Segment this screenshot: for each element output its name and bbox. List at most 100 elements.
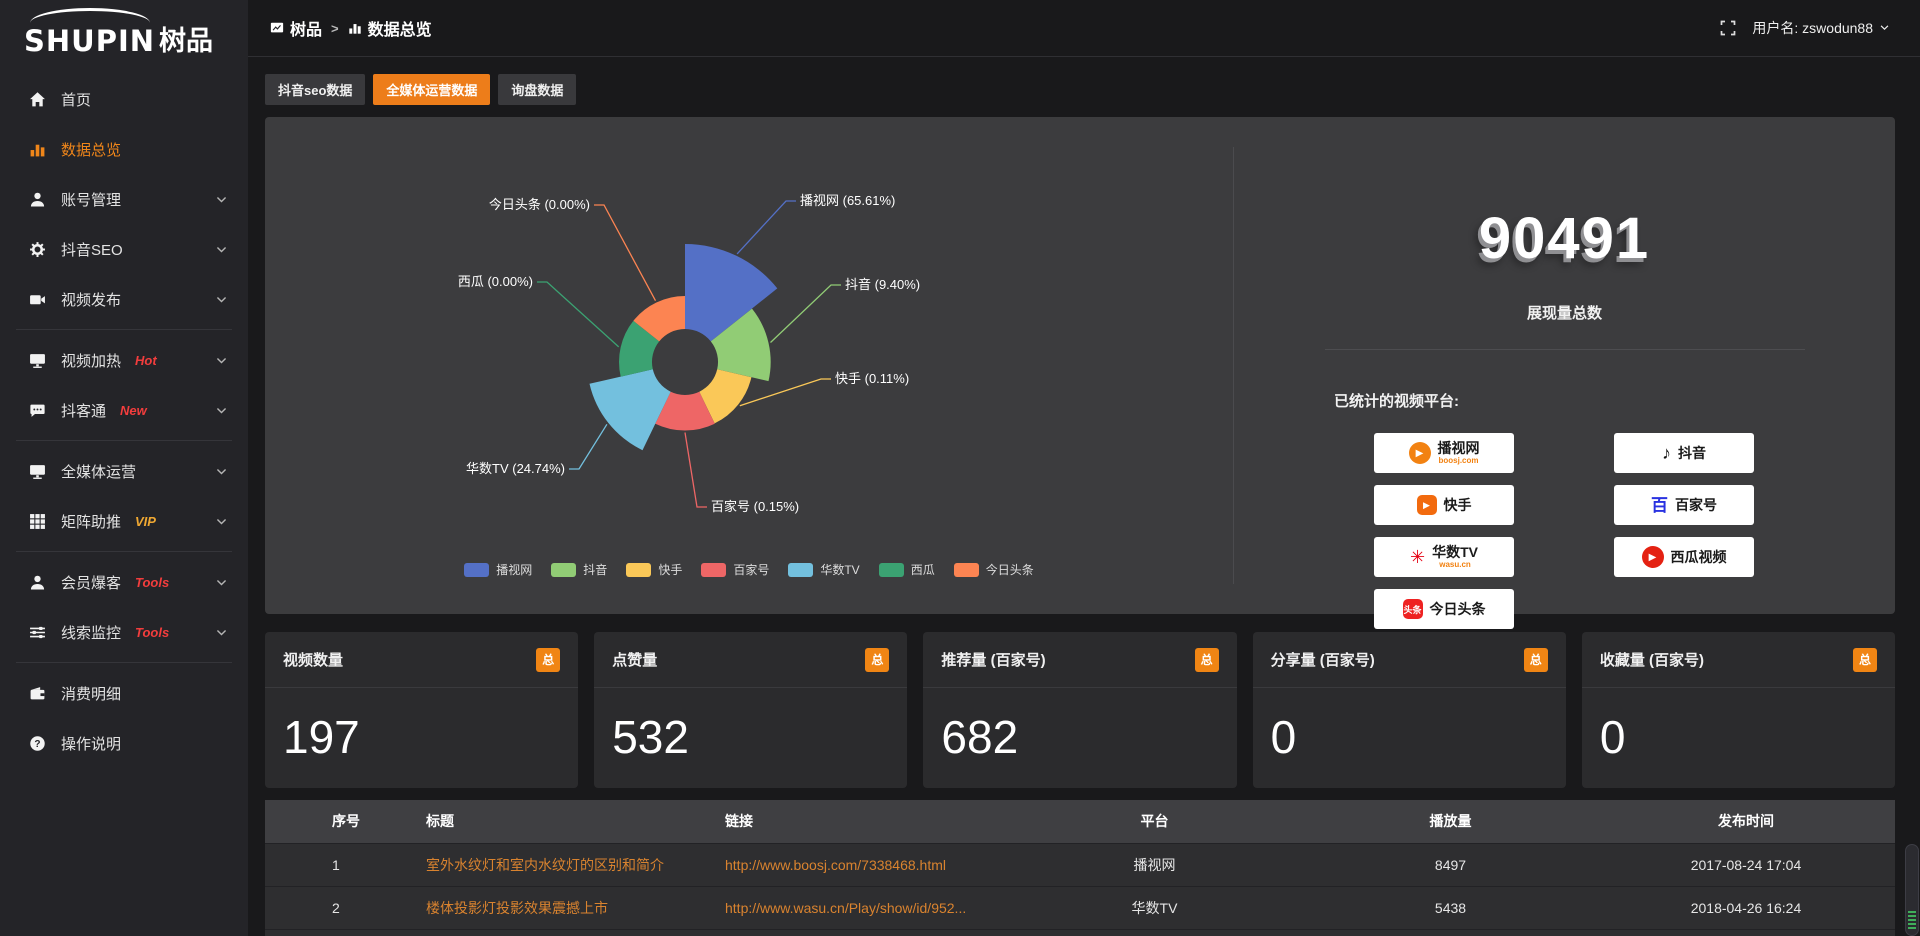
platform-subtitle: boosj.com — [1438, 456, 1478, 465]
cell-index: 1 — [320, 843, 414, 886]
fullscreen-icon — [1720, 20, 1736, 36]
stripe-decoration — [1908, 919, 1916, 921]
chevron-down-icon — [1879, 20, 1890, 36]
sidebar-item-账号管理[interactable]: 账号管理 — [0, 174, 248, 224]
pie-label-播视网: 播视网 (65.61%) — [800, 193, 895, 208]
video-url-link[interactable]: http://www.wasu.cn/Play/show/id/952... — [725, 900, 966, 916]
sidebar-item-全媒体运营[interactable]: 全媒体运营 — [0, 446, 248, 496]
user-icon — [29, 191, 46, 208]
chevron-down-icon — [215, 193, 228, 206]
username-label: 用户名: zswodun88 — [1752, 18, 1873, 38]
chevron-down-icon — [1879, 22, 1890, 33]
sidebar-item-label: 首页 — [61, 89, 91, 110]
col-header-index: 序号 — [320, 800, 414, 843]
floating-scroll-widget[interactable] — [1905, 844, 1919, 936]
stat-card-header: 收藏量 (百家号) 总 — [1582, 632, 1895, 688]
legend-swatch — [464, 563, 489, 577]
monitor-icon — [29, 352, 46, 369]
stripe-decoration — [1908, 927, 1916, 929]
sidebar-item-线索监控[interactable]: 线索监控Tools — [0, 607, 248, 657]
legend-item-今日头条[interactable]: 今日头条 — [954, 561, 1034, 578]
label-line-今日头条 — [594, 205, 656, 301]
wasu-logo: ✳ — [1410, 548, 1425, 566]
breadcrumb: 树品 > 数据总览 — [270, 16, 432, 40]
col-header-link: 链接 — [713, 800, 1005, 843]
tab-询盘数据[interactable]: 询盘数据 — [498, 74, 576, 105]
sidebar-item-抖音SEO[interactable]: 抖音SEO — [0, 224, 248, 274]
video-title-link[interactable]: 楼体投影灯投影效果震撼上市 — [426, 900, 608, 916]
legend-label: 播视网 — [496, 561, 532, 578]
legend-item-播视网[interactable]: 播视网 — [464, 561, 532, 578]
sidebar-item-会员爆客[interactable]: 会员爆客Tools — [0, 557, 248, 607]
legend-item-西瓜[interactable]: 西瓜 — [879, 561, 935, 578]
breadcrumb-label: 树品 — [290, 16, 322, 40]
stat-card-label: 推荐量 (百家号) — [941, 649, 1045, 670]
total-badge[interactable]: 总 — [1853, 648, 1877, 672]
cell-published: 2017-08-24 17:04 — [1597, 843, 1895, 886]
col-header-published: 发布时间 — [1597, 800, 1895, 843]
screen-icon — [29, 463, 46, 480]
fullscreen-icon[interactable] — [1720, 20, 1736, 36]
menu-divider — [16, 329, 232, 330]
member-icon — [29, 574, 46, 591]
sidebar-item-首页[interactable]: 首页 — [0, 74, 248, 124]
sidebar-item-label: 矩阵助推 — [61, 511, 121, 532]
platform-name: 今日头条 — [1430, 602, 1486, 617]
chart-icon — [29, 141, 46, 158]
sidebar-item-label: 账号管理 — [61, 189, 121, 210]
sidebar-item-操作说明[interactable]: ?操作说明 — [0, 718, 248, 768]
chevron-down-icon — [215, 465, 228, 478]
pie-label-今日头条: 今日头条 (0.00%) — [489, 197, 590, 212]
wallet-icon — [29, 685, 46, 702]
legend-swatch — [879, 563, 904, 577]
stat-card-header: 视频数量总 — [265, 632, 578, 688]
breadcrumb-item-树品[interactable]: 树品 — [270, 16, 322, 40]
sidebar-item-label: 抖音SEO — [61, 239, 123, 260]
total-badge[interactable]: 总 — [1195, 648, 1219, 672]
legend-swatch — [954, 563, 979, 577]
chevron-down-icon — [215, 626, 228, 639]
breadcrumb-item-数据总览[interactable]: 数据总览 — [348, 16, 432, 40]
sidebar-item-label: 数据总览 — [61, 139, 121, 160]
total-badge[interactable]: 总 — [536, 648, 560, 672]
breadcrumb-separator: > — [331, 21, 339, 36]
stat-card-label: 收藏量 (百家号) — [1600, 649, 1704, 670]
label-line-抖音 — [771, 285, 842, 343]
legend-item-华数TV[interactable]: 华数TV — [788, 561, 859, 578]
chevron-down-icon — [215, 354, 228, 367]
sidebar-item-抖客通[interactable]: 抖客通New — [0, 385, 248, 435]
sidebar-item-label: 会员爆客 — [61, 572, 121, 593]
sidebar-item-视频加热[interactable]: 视频加热Hot — [0, 335, 248, 385]
legend-item-百家号[interactable]: 百家号 — [701, 561, 769, 578]
sidebar-item-消费明细[interactable]: 消费明细 — [0, 668, 248, 718]
legend-item-快手[interactable]: 快手 — [626, 561, 682, 578]
boosj-logo: ▶ — [1409, 442, 1431, 464]
video-url-link[interactable]: http://www.boosj.com/7338468.html — [725, 857, 946, 873]
sidebar-item-矩阵助推[interactable]: 矩阵助推 VIP — [0, 496, 248, 546]
tab-抖音seo数据[interactable]: 抖音seo数据 — [265, 74, 365, 105]
legend-swatch — [551, 563, 576, 577]
legend-swatch — [788, 563, 813, 577]
stat-card-推荐量 (百家号): 推荐量 (百家号) 总 682 — [923, 632, 1236, 788]
chevron-down-icon — [215, 404, 228, 417]
video-title-link[interactable]: 室外水纹灯和室内水纹灯的区别和简介 — [426, 857, 664, 873]
pie-slice-华数TV[interactable] — [590, 369, 671, 450]
sidebar-item-tag: VIP — [135, 514, 156, 529]
sidebar-item-label: 视频发布 — [61, 289, 121, 310]
legend-item-抖音[interactable]: 抖音 — [551, 561, 607, 578]
gear-icon — [29, 241, 46, 258]
chevron-down-icon — [215, 515, 228, 528]
platform-badge-播视网: ▶播视网boosj.com — [1374, 433, 1514, 473]
total-badge[interactable]: 总 — [1524, 648, 1548, 672]
sidebar-item-视频发布[interactable]: 视频发布 — [0, 274, 248, 324]
app-logo[interactable]: SHUPIN 树品 — [0, 6, 248, 62]
tab-全媒体运营数据[interactable]: 全媒体运营数据 — [373, 74, 490, 105]
user-menu[interactable]: 用户名: zswodun88 — [1752, 18, 1890, 38]
cell-plays: 5438 — [1304, 886, 1597, 929]
video-table-wrap: 序号标题链接平台播放量发布时间1室外水纹灯和室内水纹灯的区别和简介http://… — [265, 800, 1895, 936]
overview-panel: 播视网 (65.61%)抖音 (9.40%)快手 (0.11%)百家号 (0.1… — [265, 117, 1895, 614]
baijia-logo: 百 — [1651, 497, 1668, 514]
sidebar-item-数据总览[interactable]: 数据总览 — [0, 124, 248, 174]
total-badge[interactable]: 总 — [865, 648, 889, 672]
stat-card-value: 682 — [923, 688, 1236, 764]
